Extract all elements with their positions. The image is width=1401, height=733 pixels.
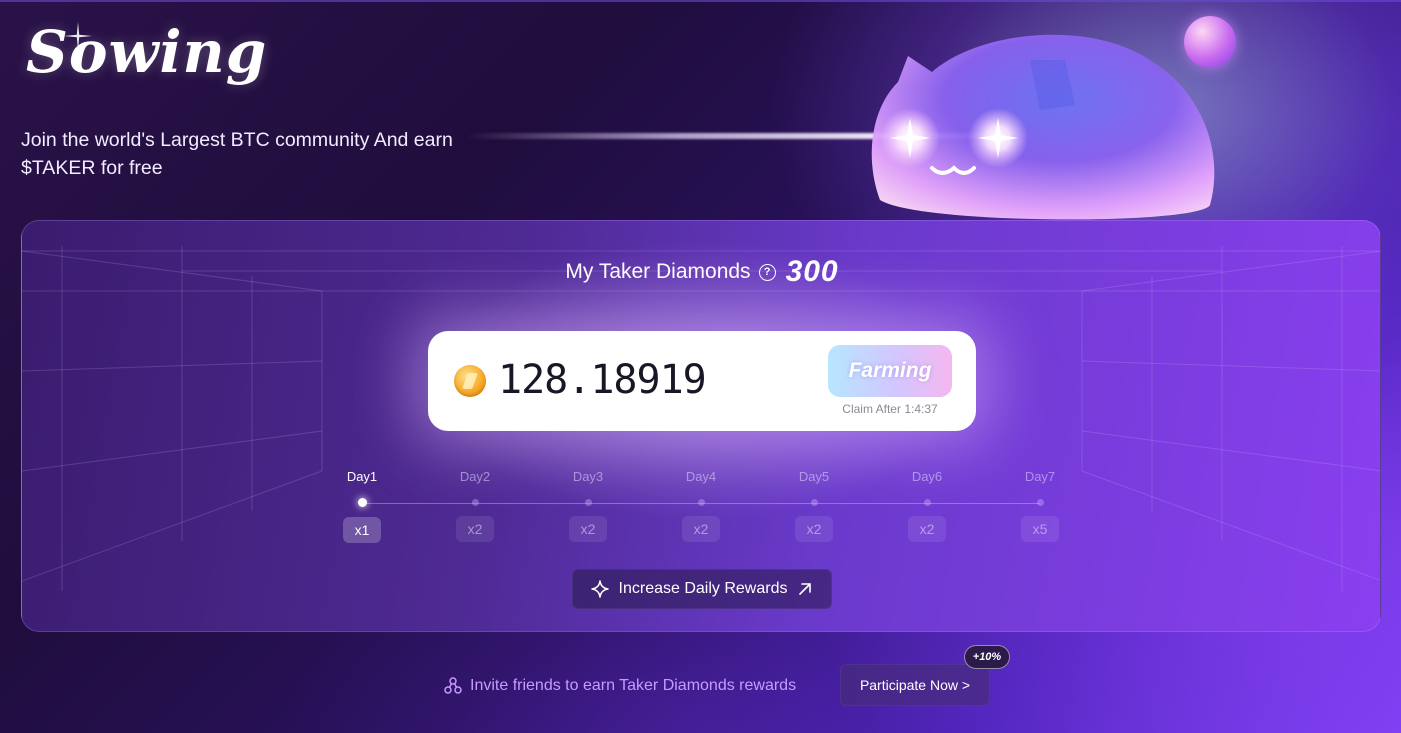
day-multiplier: x5	[1021, 516, 1059, 542]
day-dot	[357, 498, 367, 507]
day-multiplier: x1	[343, 517, 381, 543]
daily-rewards-timeline: Day1 x1 Day2 x2 Day3 x2 Day4 x2 Day5 x2 …	[22, 469, 1380, 549]
day-step[interactable]: Day1 x1	[332, 469, 392, 543]
day-step[interactable]: Day3 x2	[558, 469, 618, 542]
floating-bubble	[1184, 16, 1236, 68]
day-dot	[923, 499, 931, 506]
balance-box: 128.18919 Farming Claim After 1:4:37	[428, 331, 976, 431]
tagline: Join the world's Largest BTC community A…	[21, 129, 453, 179]
day-step[interactable]: Day7 x5	[1010, 469, 1070, 542]
increase-button-label: Increase Daily Rewards	[618, 580, 788, 597]
sowing-logo: Sowing	[26, 18, 268, 86]
increase-daily-rewards-button[interactable]: Increase Daily Rewards	[572, 569, 832, 609]
balance-value: 128.18919	[498, 357, 707, 403]
day-multiplier: x2	[908, 516, 946, 542]
day-dot	[471, 499, 479, 506]
bonus-badge: +10%	[964, 645, 1010, 669]
day-step[interactable]: Day2 x2	[445, 469, 505, 542]
day-label: Day3	[572, 469, 604, 484]
day-dot	[697, 499, 705, 506]
day-step[interactable]: Day6 x2	[897, 469, 957, 542]
day-label: Day5	[798, 469, 830, 484]
day-dot	[810, 499, 818, 506]
arrow-up-right-icon	[799, 583, 812, 595]
participate-now-button[interactable]: Participate Now >	[840, 664, 990, 706]
day-multiplier: x2	[682, 516, 720, 542]
day-label: Day2	[459, 469, 491, 484]
day-multiplier: x2	[795, 516, 833, 542]
invite-link[interactable]: Invite friends to earn Taker Diamonds re…	[444, 672, 796, 700]
claim-countdown: Claim After 1:4:37	[842, 402, 938, 416]
coin-icon	[454, 365, 486, 397]
help-icon[interactable]: ?	[758, 263, 776, 281]
day-label: Day4	[685, 469, 717, 484]
day-step[interactable]: Day4 x2	[671, 469, 731, 542]
diamonds-row: My Taker Diamonds ? 300	[22, 255, 1380, 289]
day-multiplier: x2	[569, 516, 607, 542]
farming-card: My Taker Diamonds ? 300 128.18919 Farmin…	[21, 220, 1381, 632]
day-dot	[584, 499, 592, 506]
day-step[interactable]: Day5 x2	[784, 469, 844, 542]
day-label: Day7	[1024, 469, 1056, 484]
invite-text: Invite friends to earn Taker Diamonds re…	[470, 677, 797, 694]
diamonds-title: My Taker Diamonds	[565, 260, 751, 283]
day-multiplier: x2	[456, 516, 494, 542]
sparkle-icon	[590, 580, 609, 598]
farming-button[interactable]: Farming	[828, 345, 952, 397]
day-dot	[1036, 499, 1044, 506]
cat-mascot-illustration	[871, 34, 1215, 220]
day-label: Day1	[346, 469, 378, 484]
top-border	[0, 0, 1401, 2]
diamonds-value: 300	[785, 255, 839, 288]
share-nodes-icon	[444, 677, 462, 694]
day-label: Day6	[911, 469, 943, 484]
